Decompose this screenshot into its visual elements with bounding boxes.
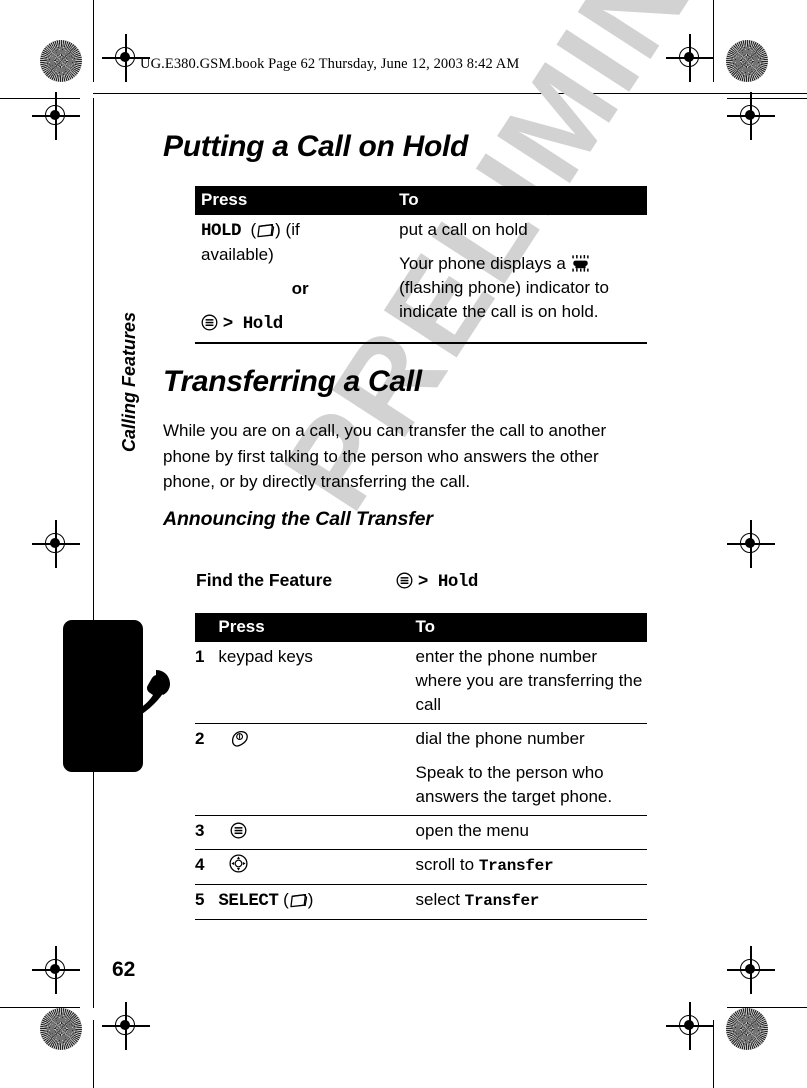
to-cell: open the menu bbox=[415, 821, 529, 840]
hold-to-line-1: put a call on hold bbox=[399, 220, 528, 239]
subsection-title-announcing: Announcing the Call Transfer bbox=[163, 508, 433, 530]
press-or-separator: or bbox=[291, 279, 309, 298]
hold-availability-note: (if bbox=[285, 220, 300, 239]
flashing-phone-icon bbox=[571, 255, 589, 272]
table-header-row: Press To bbox=[195, 613, 647, 642]
page-title: Putting a Call on Hold bbox=[163, 130, 469, 163]
hold-instructions-table: Press To HOLD ( ) (if available) or > Ho… bbox=[195, 186, 647, 345]
to-cell: enter the phone number where you are tra… bbox=[415, 647, 643, 714]
table-row: 3 open the menu bbox=[195, 816, 647, 850]
press-cell bbox=[218, 724, 415, 816]
menu-key-icon bbox=[201, 314, 218, 331]
step4-to-prefix: scroll to bbox=[415, 855, 479, 874]
softkey-icon bbox=[290, 893, 307, 908]
find-the-feature-path: > Hold bbox=[417, 572, 479, 592]
table-row: 5 SELECT ( ) select Transfer bbox=[195, 885, 647, 920]
press-cell: HOLD ( ) (if available) or > Hold bbox=[195, 215, 399, 343]
step5-to-menu-item: Transfer bbox=[464, 892, 540, 910]
hold-menu-path: > Hold bbox=[201, 311, 399, 336]
select-softkey-label: SELECT bbox=[218, 891, 279, 911]
step-number: 1 bbox=[195, 647, 205, 666]
step-number: 4 bbox=[195, 855, 205, 874]
step2-to-line-2: Speak to the person who answers the targ… bbox=[415, 763, 613, 806]
page-number: 62 bbox=[112, 958, 136, 981]
announcing-transfer-steps-table: Press To 1 keypad keys enter the phone n… bbox=[195, 613, 647, 920]
table-header-to: To bbox=[415, 617, 436, 636]
hold-availability-note-cont: available) bbox=[201, 245, 274, 264]
step4-to-menu-item: Transfer bbox=[478, 857, 554, 875]
find-the-feature-label: Find the Feature bbox=[196, 570, 333, 590]
hold-softkey-label: HOLD bbox=[201, 221, 242, 241]
step2-to-line-1: dial the phone number bbox=[415, 729, 585, 748]
menu-key-icon bbox=[396, 572, 413, 589]
section-title-transferring: Transferring a Call bbox=[163, 365, 422, 398]
table-row: 4 scroll to Transfer bbox=[195, 850, 647, 885]
hold-indicator-text-b: (flashing phone) indicator to indicate t… bbox=[399, 278, 609, 321]
table-header-press: Press bbox=[201, 190, 248, 209]
hold-to-line-2: Your phone displays a (flashing phone) i… bbox=[399, 252, 647, 324]
table-row: HOLD ( ) (if available) or > Hold put a … bbox=[195, 215, 647, 343]
section-paragraph: While you are on a call, you can transfe… bbox=[163, 421, 607, 491]
table-header-to: To bbox=[399, 190, 419, 209]
step-number: 3 bbox=[195, 821, 205, 840]
phone-handset-icon bbox=[112, 670, 170, 721]
find-the-feature-value: > Hold bbox=[396, 570, 478, 592]
step5-to-prefix: select bbox=[415, 890, 465, 909]
find-the-feature-row: Find the Feature > Hold bbox=[196, 570, 478, 592]
step-number: 2 bbox=[195, 729, 205, 748]
send-key-icon bbox=[232, 730, 249, 747]
step-number: 5 bbox=[195, 890, 205, 909]
press-cell bbox=[218, 816, 415, 850]
page-canvas: UG.E380.GSM.book Page 62 Thursday, June … bbox=[0, 0, 807, 1088]
to-cell: put a call on hold Your phone displays a bbox=[399, 215, 647, 343]
to-cell: scroll to Transfer bbox=[416, 850, 647, 885]
table-header-press: Press bbox=[218, 617, 265, 636]
table-header-step bbox=[195, 613, 218, 642]
menu-key-icon bbox=[230, 822, 247, 839]
press-cell: SELECT ( ) bbox=[218, 890, 314, 911]
softkey-icon bbox=[257, 223, 275, 238]
press-cell bbox=[218, 850, 415, 885]
to-cell: dial the phone number Speak to the perso… bbox=[416, 724, 647, 816]
table-header-row: Press To bbox=[195, 186, 647, 215]
hold-indicator-text-a: Your phone displays a bbox=[399, 254, 566, 273]
table-bottom-rule bbox=[195, 342, 647, 345]
table-row: 1 keypad keys enter the phone number whe… bbox=[195, 642, 647, 724]
table-row: 2 dial the phone number Speak to the per… bbox=[195, 724, 647, 816]
page-content: Putting a Call on Hold Press To HOLD ( )… bbox=[0, 0, 807, 1088]
press-cell: keypad keys bbox=[218, 647, 313, 666]
hold-menu-path-text: > Hold bbox=[222, 314, 284, 334]
to-cell: select Transfer bbox=[416, 885, 647, 920]
navigation-key-icon bbox=[229, 854, 248, 873]
table-bottom-rule bbox=[195, 919, 647, 920]
